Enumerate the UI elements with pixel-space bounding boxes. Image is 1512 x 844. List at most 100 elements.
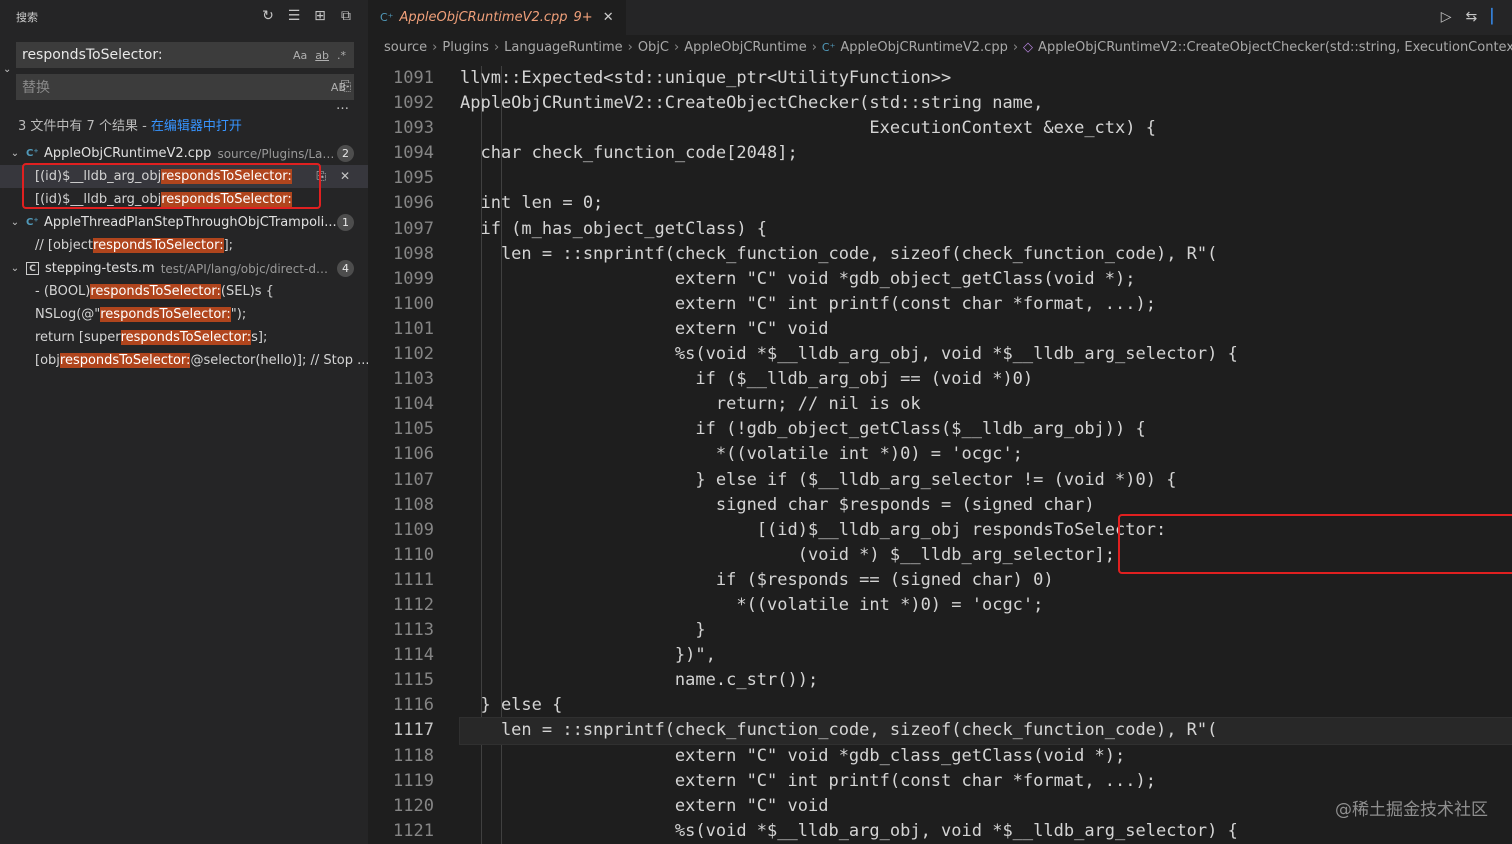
results-tree: ⌄ C⁺ AppleObjCRuntimeV2.cpp source/Plugi… [0,142,368,372]
search-input[interactable]: respondsToSelector: Aa ab .* [16,42,354,68]
breadcrumb-item[interactable]: AppleObjCRuntimeV2.cpp [840,40,1007,55]
line-text: if ($responds == (signed char) 0) [460,569,1054,590]
close-icon[interactable]: ✕ [603,10,614,25]
code-line[interactable]: 1101 extern "C" void [368,317,1512,342]
match-row[interactable]: [(id)$__lldb_arg_obj respondsToSelector: [0,188,368,211]
code-line[interactable]: 1104 return; // nil is ok [368,392,1512,417]
compare-changes-icon[interactable]: ⇆ [1465,9,1477,25]
code-line[interactable]: 1094 char check_function_code[2048]; [368,141,1512,166]
line-text: return; // nil is ok [460,394,921,415]
match-row[interactable]: [obj respondsToSelector: @selector(hello… [0,349,368,372]
breadcrumb-item[interactable]: ObjC [638,40,669,55]
line-number: 1111 [393,569,434,590]
match-pre: [obj [35,353,60,368]
file-row[interactable]: ⌄ C stepping-tests.m test/API/lang/objc/… [0,257,368,280]
code-line[interactable]: 1092 AppleObjCRuntimeV2::CreateObjectChec… [368,91,1512,116]
tab-active-file[interactable]: C⁺ AppleObjCRuntimeV2.cpp 9+ ✕ [368,0,626,35]
code-line[interactable]: 1110 (void *) $__lldb_arg_selector]; [368,543,1512,568]
breadcrumb-item[interactable]: source [384,40,427,55]
summary-text: 3 文件中有 7 个结果 - [18,119,151,134]
code-line[interactable]: 1106 *((volatile int *)0) = 'ocgc'; [368,442,1512,467]
clear-results-icon[interactable]: ☰ [286,8,302,24]
code-line[interactable]: 1113 } [368,618,1512,643]
code-line[interactable]: 1116 } else { [368,693,1512,718]
refresh-icon[interactable]: ↻ [260,8,276,24]
chevron-down-icon[interactable]: ⌄ [8,263,22,274]
code-line[interactable]: 1105 if (!gdb_object_getClass($__lldb_ar… [368,417,1512,442]
code-area[interactable]: 1091 llvm::Expected<std::unique_ptr<Utili… [368,66,1512,844]
code-line[interactable]: 1121 %s(void *$__lldb_arg_obj, void *$__… [368,819,1512,844]
line-text: if (!gdb_object_getClass($__lldb_arg_obj… [460,419,1146,440]
replace-placeholder[interactable]: 替换 [16,77,331,97]
match-row[interactable]: // [object respondsToSelector:]; [0,234,368,257]
new-search-editor-icon[interactable]: ⊞ [312,8,328,24]
line-text: extern "C" int printf(const char *format… [460,293,1156,314]
code-line[interactable]: 1117 len = ::snprintf(check_function_cod… [368,717,1512,745]
match-hit: respondsToSelector: [161,192,292,207]
match-row[interactable]: return [super respondsToSelector: s]; [0,326,368,349]
breadcrumb-item[interactable]: LanguageRuntime [504,40,622,55]
code-line[interactable]: 1100 extern "C" int printf(const char *f… [368,292,1512,317]
code-line[interactable]: 1093 ExecutionContext &exe_ctx) { [368,116,1512,141]
chevron-down-icon[interactable]: ⌄ [8,148,22,159]
code-line[interactable]: 1102 %s(void *$__lldb_arg_obj, void *$__… [368,342,1512,367]
code-line[interactable]: 1099 extern "C" void *gdb_object_getClas… [368,267,1512,292]
line-number: 1109 [393,519,434,540]
file-row[interactable]: ⌄ C⁺ AppleThreadPlanStepThroughObjCTramp… [0,211,368,234]
code-line[interactable]: 1091 llvm::Expected<std::unique_ptr<Utili… [368,66,1512,91]
open-in-editor-link[interactable]: 在编辑器中打开 [151,119,242,134]
cpp-file-icon: C⁺ [380,11,394,24]
replace-input[interactable]: 替换 AB [16,74,354,100]
regex-icon[interactable]: .* [337,49,346,62]
dismiss-icon[interactable]: ✕ [340,169,350,184]
code-line[interactable]: 1115 name.c_str()); [368,668,1512,693]
code-line[interactable]: 1096 int len = 0; [368,191,1512,216]
breadcrumb-item[interactable]: Plugins [442,40,489,55]
sidebar-actions: ↻ ☰ ⊞ ⧉ [260,8,354,24]
breadcrumb-item[interactable]: AppleObjCRuntime [684,40,806,55]
file-row[interactable]: ⌄ C⁺ AppleObjCRuntimeV2.cpp source/Plugi… [0,142,368,165]
collapse-all-icon[interactable]: ⧉ [338,8,354,24]
code-line[interactable]: 1119 extern "C" int printf(const char *f… [368,769,1512,794]
line-number: 1121 [393,820,434,841]
more-options-icon[interactable]: … [336,98,349,113]
file-path: source/Plugins/Lan... [217,146,338,161]
line-text: char check_function_code[2048]; [460,143,798,164]
code-line[interactable]: 1103 if ($__lldb_arg_obj == (void *)0) [368,367,1512,392]
match-case-icon[interactable]: Aa [293,49,307,62]
match-row[interactable]: NSLog(@" respondsToSelector: "); [0,303,368,326]
split-editor-icon[interactable]: ▏ [1491,9,1502,25]
line-text: extern "C" void *gdb_object_getClass(voi… [460,268,1136,289]
chevron-down-icon[interactable]: ⌄ [8,217,22,228]
match-row-actions: ⎘ ✕ [316,169,350,184]
match-whole-word-icon[interactable]: ab [315,49,329,62]
run-icon[interactable]: ▷ [1441,9,1452,25]
code-line[interactable]: 1118 extern "C" void *gdb_class_getClass… [368,744,1512,769]
line-number: 1097 [393,218,434,239]
editor-actions: ▷ ⇆ ▏ [1441,9,1502,25]
code-line[interactable]: 1097 if (m_has_object_getClass) { [368,217,1512,242]
match-row[interactable]: - (BOOL) respondsToSelector: (SEL)s { [0,280,368,303]
code-line[interactable]: 1114 })", [368,643,1512,668]
code-line[interactable]: 1107 } else if ($__lldb_arg_selector != … [368,468,1512,493]
replace-all-icon[interactable]: ⎘ [341,79,351,94]
line-number: 1103 [393,369,434,390]
code-line[interactable]: 1111 if ($responds == (signed char) 0) [368,568,1512,593]
search-input-value[interactable]: respondsToSelector: [16,47,293,63]
line-text: *((volatile int *)0) = 'ocgc'; [460,594,1044,615]
toggle-replace-icon[interactable]: ⌄ [3,64,11,75]
breadcrumb-item[interactable]: AppleObjCRuntimeV2::CreateObjectChecker(… [1038,40,1512,55]
line-text: extern "C" int printf(const char *format… [460,770,1156,791]
code-line[interactable]: 1112 *((volatile int *)0) = 'ocgc'; [368,593,1512,618]
code-line[interactable]: 1108 signed char $responds = (signed cha… [368,493,1512,518]
line-text: %s(void *$__lldb_arg_obj, void *$__lldb_… [460,820,1238,841]
line-text: len = ::snprintf(check_function_code, si… [460,243,1218,264]
code-line[interactable]: 1098 len = ::snprintf(check_function_cod… [368,242,1512,267]
cpp-file-icon: C⁺ [821,40,836,54]
tab-label: AppleObjCRuntimeV2.cpp [399,10,568,25]
match-row[interactable]: [(id)$__lldb_arg_obj respondsToSelector:… [0,165,368,188]
code-line[interactable]: 1109 [(id)$__lldb_arg_obj respondsToSele… [368,518,1512,543]
line-number: 1116 [393,695,434,716]
replace-icon[interactable]: ⎘ [316,169,326,184]
code-line[interactable]: 1095 [368,166,1512,191]
